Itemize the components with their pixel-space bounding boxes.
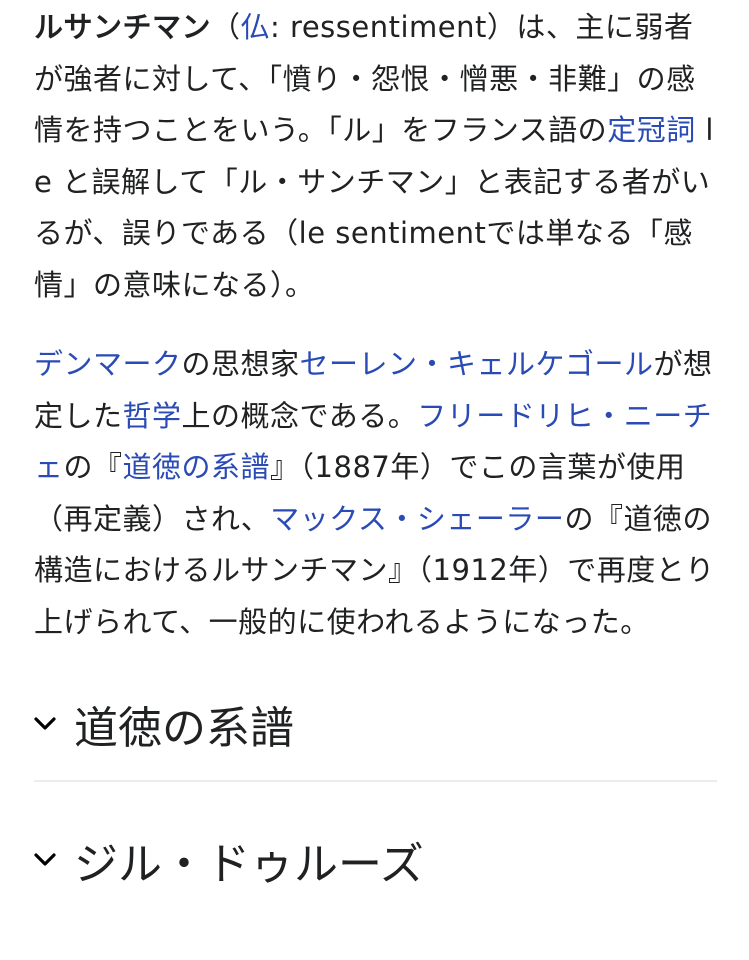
- section-header-genealogy[interactable]: 道徳の系譜: [34, 688, 717, 760]
- section-title: ジル・ドゥルーズ: [74, 839, 424, 890]
- link-kierkegaard[interactable]: セーレン・キェルケゴール: [300, 347, 654, 381]
- chevron-down-icon: [34, 853, 74, 867]
- chevron-down-icon: [34, 717, 74, 731]
- link-max-scheler[interactable]: マックス・シェーラー: [270, 502, 564, 536]
- history-paragraph: デンマークの思想家セーレン・キェルケゴールが想定した哲学上の概念である。フリード…: [34, 339, 717, 648]
- intro-paragraph: ルサンチマン（仏: ressentiment）は、主に弱者が強者に対して、「憤り…: [34, 0, 717, 311]
- article-term: ルサンチマン: [34, 10, 212, 44]
- text-segment: の思想家: [181, 347, 300, 381]
- article-content: ルサンチマン（仏: ressentiment）は、主に弱者が強者に対して、「憤り…: [0, 0, 749, 896]
- section-header-deleuze[interactable]: ジル・ドゥルーズ: [34, 824, 717, 896]
- link-philosophy[interactable]: 哲学: [123, 399, 182, 433]
- text-segment: （: [211, 10, 241, 44]
- text-segment: 上の概念である。: [181, 398, 418, 433]
- text-segment: の『: [63, 450, 123, 484]
- link-genealogy-of-morals[interactable]: 道徳の系譜: [123, 450, 271, 484]
- link-definite-article[interactable]: 定冠詞: [607, 113, 696, 147]
- section-divider: [34, 780, 717, 782]
- link-denmark[interactable]: デンマーク: [34, 347, 182, 381]
- link-french[interactable]: 仏: [241, 10, 271, 44]
- section-title: 道徳の系譜: [74, 703, 294, 754]
